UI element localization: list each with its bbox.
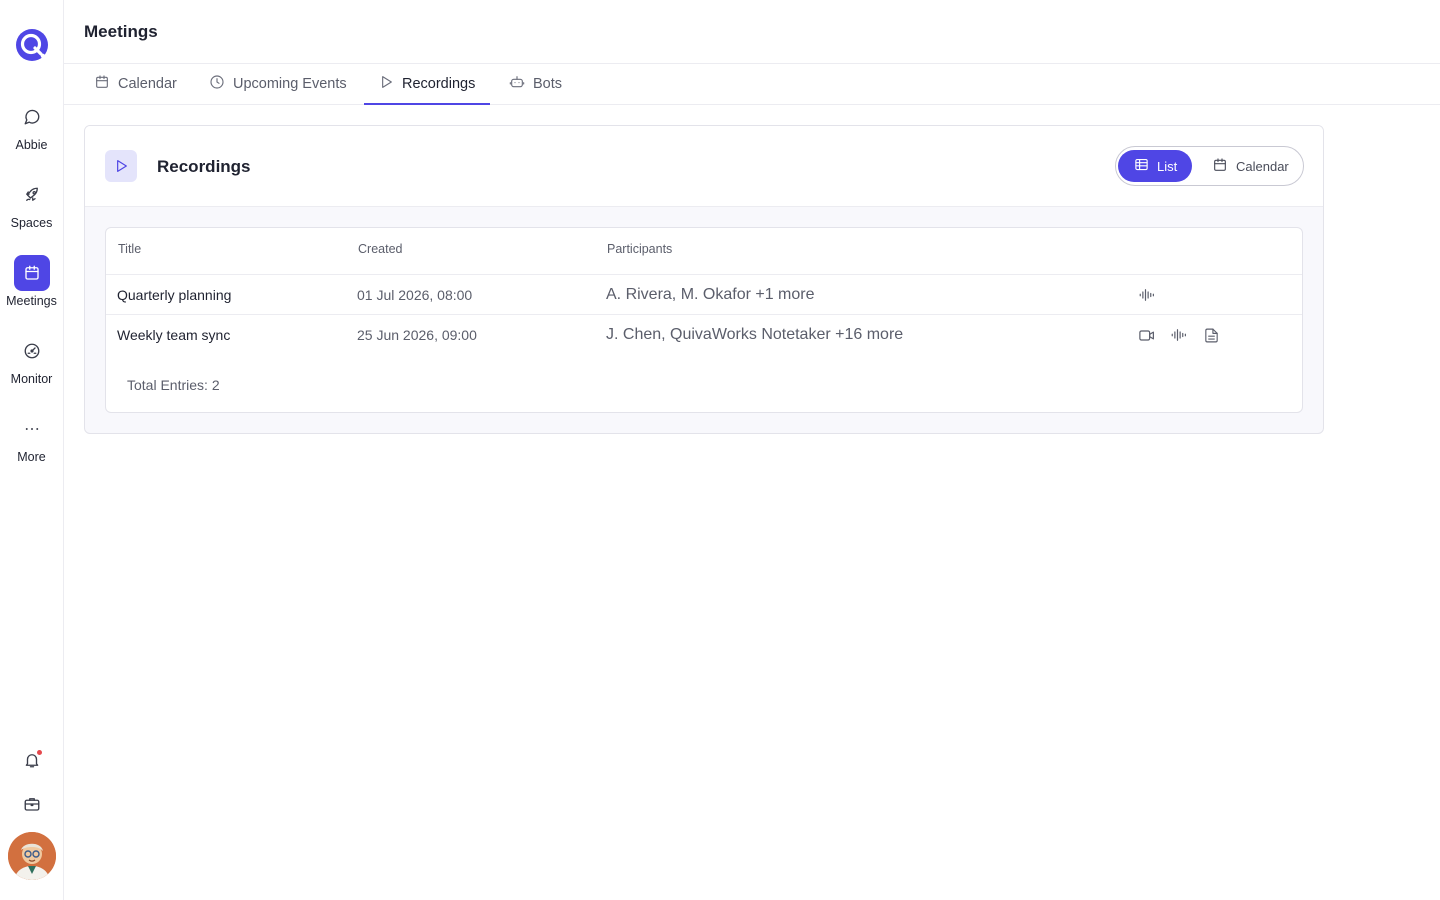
sidebar-item-spaces[interactable]: Spaces bbox=[0, 177, 63, 239]
recording-title[interactable]: Weekly team sync bbox=[117, 327, 230, 343]
rocket-icon bbox=[14, 177, 50, 213]
page-title: Meetings bbox=[84, 22, 158, 41]
transcript-document-icon[interactable] bbox=[1202, 326, 1220, 344]
tab-recordings[interactable]: Recordings bbox=[364, 64, 490, 105]
column-header-created[interactable]: Created bbox=[358, 242, 402, 256]
briefcase-icon bbox=[23, 795, 41, 818]
user-avatar[interactable] bbox=[8, 832, 56, 880]
tab-label: Upcoming Events bbox=[233, 76, 347, 92]
sidebar-item-label: Monitor bbox=[10, 372, 53, 386]
card-title: Recordings bbox=[157, 157, 251, 176]
tab-label: Calendar bbox=[118, 76, 177, 92]
tab-label: Bots bbox=[533, 76, 563, 92]
recording-participants: J. Chen, QuivaWorks Notetaker +16 more bbox=[606, 326, 904, 343]
audio-waveform-icon[interactable] bbox=[1138, 286, 1156, 304]
tab-label: Recordings bbox=[402, 76, 476, 92]
tab-calendar[interactable]: Calendar bbox=[80, 64, 193, 104]
sidebar-item-abbie[interactable]: Abbie bbox=[0, 99, 63, 161]
recording-participants: A. Rivera, M. Okafor +1 more bbox=[606, 286, 815, 303]
sidebar-item-meetings[interactable]: Meetings bbox=[0, 255, 63, 317]
table-row[interactable]: Weekly team sync 25 Jun 2026, 09:00 J. C… bbox=[106, 315, 1302, 355]
calendar-view-label: Calendar bbox=[1236, 158, 1289, 174]
list-view-button[interactable]: List bbox=[1118, 150, 1192, 182]
view-toggle: List Calendar bbox=[1115, 146, 1304, 186]
audio-waveform-icon[interactable] bbox=[1170, 326, 1188, 344]
gauge-icon bbox=[14, 333, 50, 369]
calendar-icon bbox=[94, 74, 110, 94]
chat-bubble-icon bbox=[14, 99, 50, 135]
sidebar-item-label: Meetings bbox=[6, 294, 57, 308]
recording-title[interactable]: Quarterly planning bbox=[117, 287, 231, 303]
calendar-view-button[interactable]: Calendar bbox=[1196, 150, 1305, 182]
table-grid-icon bbox=[1134, 157, 1149, 175]
sidebar-item-label: Abbie bbox=[15, 138, 48, 152]
sidebar-item-label: Spaces bbox=[10, 216, 53, 230]
workspace-button[interactable] bbox=[20, 794, 44, 818]
tab-bar: Calendar Upcoming Events Recordings Bots bbox=[64, 64, 1440, 105]
ellipsis-icon bbox=[14, 411, 50, 447]
sidebar: Abbie Spaces Meetings Monitor More bbox=[0, 0, 64, 900]
recording-created: 25 Jun 2026, 09:00 bbox=[357, 327, 477, 343]
notification-dot bbox=[37, 750, 42, 755]
play-icon bbox=[105, 150, 137, 182]
recordings-table: Title Created Participants Quarterly pla… bbox=[105, 227, 1303, 413]
recording-created: 01 Jul 2026, 08:00 bbox=[357, 287, 473, 303]
column-header-title[interactable]: Title bbox=[118, 242, 141, 256]
column-header-participants[interactable]: Participants bbox=[607, 242, 672, 256]
card-header: Recordings List Calendar bbox=[85, 126, 1323, 207]
tab-bots[interactable]: Bots bbox=[495, 64, 578, 104]
sidebar-item-monitor[interactable]: Monitor bbox=[0, 333, 63, 395]
calendar-icon bbox=[1212, 157, 1228, 176]
app-logo[interactable] bbox=[15, 28, 49, 62]
calendar-icon bbox=[13, 255, 50, 291]
total-entries: Total Entries: 2 bbox=[127, 377, 220, 393]
video-camera-icon[interactable] bbox=[1138, 326, 1156, 344]
sidebar-item-label: More bbox=[17, 450, 46, 464]
play-icon bbox=[378, 74, 394, 94]
recordings-card: Recordings List Calendar Title Created P… bbox=[84, 125, 1324, 434]
list-view-label: List bbox=[1157, 158, 1178, 174]
table-header: Title Created Participants bbox=[106, 228, 1302, 275]
robot-icon bbox=[509, 74, 525, 94]
clock-icon bbox=[209, 74, 225, 94]
sidebar-item-more[interactable]: More bbox=[0, 411, 63, 473]
notifications-button[interactable] bbox=[20, 750, 44, 774]
tab-upcoming-events[interactable]: Upcoming Events bbox=[195, 64, 363, 104]
table-row[interactable]: Quarterly planning 01 Jul 2026, 08:00 A.… bbox=[106, 275, 1302, 315]
